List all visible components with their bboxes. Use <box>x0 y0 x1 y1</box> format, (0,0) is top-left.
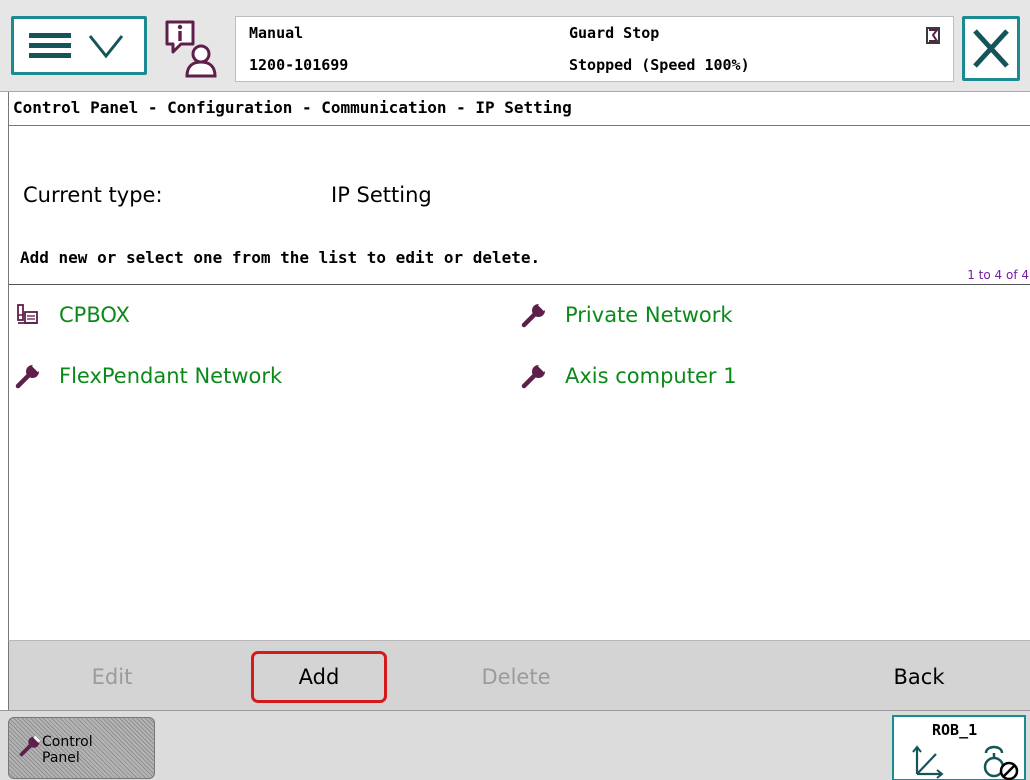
controller-id: 1200-101699 <box>249 56 349 74</box>
list-item-cpbox[interactable]: CPBOX <box>15 298 130 332</box>
speed-status: Stopped (Speed 100%) <box>569 56 750 74</box>
status-bar[interactable]: Manual 1200-101699 Guard Stop Stopped (S… <box>235 16 954 82</box>
list-item-label: Axis computer 1 <box>565 364 737 388</box>
instruction-text: Add new or select one from the list to e… <box>20 248 541 267</box>
list-item-private-network[interactable]: Private Network <box>521 298 733 332</box>
breadcrumb: Control Panel - Configuration - Communic… <box>8 92 1030 126</box>
quickset-robot-button[interactable]: ROB_1 <box>892 715 1026 780</box>
chevron-down-icon <box>88 35 124 59</box>
delete-button[interactable]: Delete <box>451 651 581 703</box>
list-divider <box>9 284 1030 285</box>
wrench-icon <box>521 363 547 389</box>
edit-button[interactable]: Edit <box>57 651 167 703</box>
wrench-icon <box>521 302 547 328</box>
wrench-icon <box>19 735 41 757</box>
list-item-axis-computer-1[interactable]: Axis computer 1 <box>521 359 737 393</box>
control-panel-task[interactable]: Control Panel <box>8 717 155 779</box>
robot-label: ROB_1 <box>932 721 978 739</box>
title-bar: Manual 1200-101699 Guard Stop Stopped (S… <box>0 0 1030 92</box>
list-item-label: CPBOX <box>59 303 130 327</box>
add-button[interactable]: Add <box>251 651 387 703</box>
coordinate-axes-icon <box>912 745 944 779</box>
task-bar: Control Panel ROB_1 <box>0 710 1030 780</box>
action-bar: Edit Add Delete Back <box>8 640 1030 710</box>
abb-menu-button[interactable] <box>11 16 147 75</box>
current-type-value: IP Setting <box>331 183 432 207</box>
list-item-flexpendant-network[interactable]: FlexPendant Network <box>15 359 282 393</box>
operating-mode: Manual <box>249 24 304 42</box>
tool-icon <box>983 745 1019 780</box>
program-state-icon <box>926 27 940 44</box>
current-type-label: Current type: <box>23 183 163 207</box>
motor-state: Guard Stop <box>569 24 660 42</box>
list-count: 1 to 4 of 4 <box>967 268 1029 282</box>
event-log-icon[interactable] <box>163 18 225 80</box>
close-icon <box>973 29 1009 68</box>
close-button[interactable] <box>962 16 1020 81</box>
main-panel: Current type: IP Setting Add new or sele… <box>8 126 1030 640</box>
hamburger-icon <box>29 33 71 58</box>
device-icon <box>17 304 38 324</box>
list-item-label: FlexPendant Network <box>59 364 283 388</box>
list-item-label: Private Network <box>565 303 733 327</box>
back-button[interactable]: Back <box>869 651 969 703</box>
control-panel-task-label: Control Panel <box>42 734 93 766</box>
wrench-icon <box>15 363 41 389</box>
